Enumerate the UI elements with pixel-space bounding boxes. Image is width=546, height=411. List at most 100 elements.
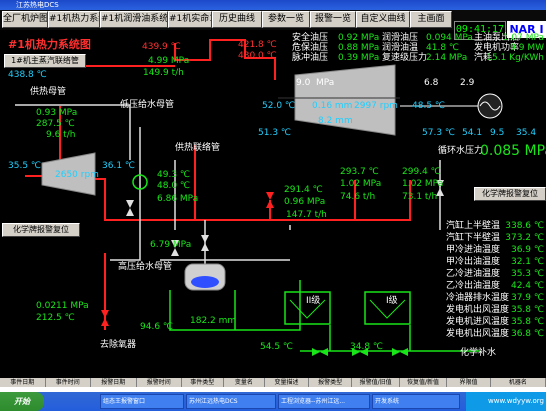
lp-feed-label: 低压给水母管 xyxy=(120,100,175,110)
diagram-area: #1机热力系统图 1#机主蒸汽联络管 438.8 ℃ 439.9 ℃ 4.99 … xyxy=(0,30,546,378)
col-alarm-type[interactable]: 报警类型 xyxy=(309,378,353,387)
alarm-reset-button-left[interactable]: 化学牌报警复位 xyxy=(2,223,80,237)
circ-water-value: 0.085 MPa xyxy=(480,143,546,159)
water-temp-b: 34.8 ℃ xyxy=(350,342,384,352)
inlet-temp2: 430.0 ℃ xyxy=(238,51,277,61)
turbine-displacement: 0.16 mm xyxy=(312,101,353,111)
col-alarm-value[interactable]: 报警值/旧值 xyxy=(352,378,400,387)
col-limit[interactable]: 界限值 xyxy=(447,378,491,387)
turbine-speed: 2997 rpm xyxy=(354,101,398,111)
nav-button-params[interactable]: 参数一览 xyxy=(262,11,310,28)
right-value-3: 32.1 ℃ xyxy=(510,257,544,267)
reheat-b: 0.96 MPa xyxy=(284,197,326,207)
right-label-1: 汽缸下半壁温 xyxy=(446,233,501,243)
right-value-2: 36.9 ℃ xyxy=(510,245,544,255)
reheat-d: 293.7 ℃ xyxy=(340,167,379,177)
system-tray: www.wdyyw.org xyxy=(466,392,546,411)
lp-feed-c: 6.86 MPa xyxy=(157,194,199,204)
main-steam-header-button[interactable]: 1#机主蒸汽联络管 xyxy=(4,54,86,68)
start-button[interactable]: 开始 xyxy=(0,392,44,411)
oil-label-1: 危保油压 xyxy=(292,43,329,53)
task-dev-system[interactable]: 开发系统 xyxy=(372,394,460,409)
nav-button-lube[interactable]: #1机润滑油系统图 xyxy=(100,11,168,28)
col-var-name[interactable]: 变量名 xyxy=(224,378,266,387)
oil-value-0: 0.92 MPa xyxy=(338,33,380,43)
window-titlebar: 江苏热电DCS xyxy=(0,0,546,10)
gen-bearing-d: 54.1 xyxy=(462,128,483,138)
col-machine[interactable]: 机器名 xyxy=(491,378,546,387)
hp-feed-pressure: 6.79 MPa xyxy=(150,240,192,250)
nav-bar: 全厂机炉图 #1机热力系统图 #1机润滑油系统图 #1机实命1 历史曲线 参数一… xyxy=(0,10,546,40)
right-value-5: 42.4 ℃ xyxy=(510,281,544,291)
right-value-9: 36.8 ℃ xyxy=(510,329,544,339)
turbine-temp-right: 57.3 ℃ xyxy=(422,128,456,138)
right-value-0: 338.6 ℃ xyxy=(505,221,544,231)
gen-bearing-b: 2.9 xyxy=(460,78,475,88)
heater-1-label: I级 xyxy=(386,296,398,306)
header-temp: 438.8 ℃ xyxy=(8,70,47,80)
lp-feed-a: 49.3 ℃ xyxy=(157,170,191,180)
gen-bearing-e: 9.5 xyxy=(490,128,505,138)
gen-value-1: 9.9 MW xyxy=(510,43,544,53)
nav-button-history[interactable]: 历史曲线 xyxy=(212,11,262,28)
turbine-inlet-pressure: 9.0 xyxy=(296,78,311,88)
deaerator-label: 去除氧器 xyxy=(100,340,137,350)
lube-value-2: 2.14 MPa xyxy=(426,53,468,63)
turbine-temp-left-bottom: 51.3 ℃ xyxy=(258,128,292,138)
right-value-1: 373.2 ℃ xyxy=(505,233,544,243)
right-label-0: 汽缸上半壁温 xyxy=(446,221,501,231)
deaerator-pressure: 0.0211 MPa xyxy=(36,301,89,311)
heat-supply-label: 供热母管 xyxy=(30,87,67,97)
nav-button-plant[interactable]: 全厂机炉图 xyxy=(2,11,48,28)
oil-label-0: 安全油压 xyxy=(292,33,329,43)
lp-feed-b: 48.0 ℃ xyxy=(157,181,191,191)
heat-link-label: 供热联络管 xyxy=(175,143,221,153)
circ-water-label: 循环水压力 xyxy=(438,146,484,156)
diagram-title: #1机热力系统图 xyxy=(8,38,91,51)
col-event-time[interactable]: 事件时间 xyxy=(46,378,91,387)
reheat-a: 291.4 ℃ xyxy=(284,185,323,195)
nav-button-main[interactable]: 主画面 xyxy=(410,11,452,28)
alarm-table-header: 事件日期 事件时间 报警日期 报警时间 事件类型 变量名 变量描述 报警类型 报… xyxy=(0,378,546,387)
gen-bearing-a: 6.8 xyxy=(424,78,439,88)
lube-value-1: 41.8 ℃ xyxy=(426,43,460,53)
main-steam-temp: 439.9 ℃ xyxy=(142,42,181,52)
col-var-desc[interactable]: 变量描述 xyxy=(265,378,309,387)
col-event-type[interactable]: 事件类型 xyxy=(182,378,224,387)
heater-2-label: II级 xyxy=(306,296,321,306)
task-dcs[interactable]: 苏州江远热电DCS xyxy=(186,394,276,409)
alarm-reset-button-right[interactable]: 化学牌报警复位 xyxy=(474,187,546,201)
task-project-browser[interactable]: 工程浏览器--苏州江远... xyxy=(278,394,370,409)
lube-label-0: 润滑油压 xyxy=(382,33,419,43)
gen-value-2: 15.1 Kg/KWh xyxy=(486,53,544,63)
reheat-h: 1.02 MPa xyxy=(402,179,444,189)
water-temp-a: 54.5 ℃ xyxy=(260,342,294,352)
nav-button-alarms[interactable]: 报警一览 xyxy=(310,11,356,28)
task-alarm-window[interactable]: 组态王报警窗口 xyxy=(100,394,184,409)
nav-button-thermal[interactable]: #1机热力系统图 xyxy=(48,11,100,28)
heat-supply-flow: 9.6 t/h xyxy=(46,130,76,140)
right-value-8: 35.8 ℃ xyxy=(510,317,544,327)
col-alarm-time[interactable]: 报警时间 xyxy=(137,378,182,387)
heat-supply-temp: 287.5 ℃ xyxy=(36,119,75,129)
reheat-i: 73.1 t/h xyxy=(402,192,438,202)
right-label-3: 甲冷出油温度 xyxy=(446,257,501,267)
col-restore-value[interactable]: 恢复值/新值 xyxy=(400,378,448,387)
col-alarm-date[interactable]: 报警日期 xyxy=(91,378,137,387)
oil-value-1: 0.88 MPa xyxy=(338,43,380,53)
right-value-7: 35.8 ℃ xyxy=(510,305,544,315)
turbine-inlet-unit: MPa xyxy=(316,78,335,88)
main-steam-pressure: 4.99 MPa xyxy=(148,56,190,66)
heat-supply-pressure: 0.93 MPa xyxy=(36,108,78,118)
small-turbine-speed: 2650 rpm xyxy=(55,170,99,180)
gen-bearing-f: 35.4 xyxy=(516,128,537,138)
oil-value-2: 0.39 MPa xyxy=(338,53,380,63)
turbine-temp-left-top: 52.0 ℃ xyxy=(262,101,296,111)
turbine-expansion: 8.2 mm xyxy=(318,116,353,126)
right-label-4: 乙冷进油温度 xyxy=(446,269,501,279)
chem-water-label: 化学补水 xyxy=(460,348,497,358)
nav-button-realtime[interactable]: #1机实命1 xyxy=(168,11,212,28)
nav-button-custom-curve[interactable]: 自定义曲线 xyxy=(356,11,410,28)
col-event-date[interactable]: 事件日期 xyxy=(0,378,46,387)
lube-label-2: 复速级压力 xyxy=(382,53,428,63)
